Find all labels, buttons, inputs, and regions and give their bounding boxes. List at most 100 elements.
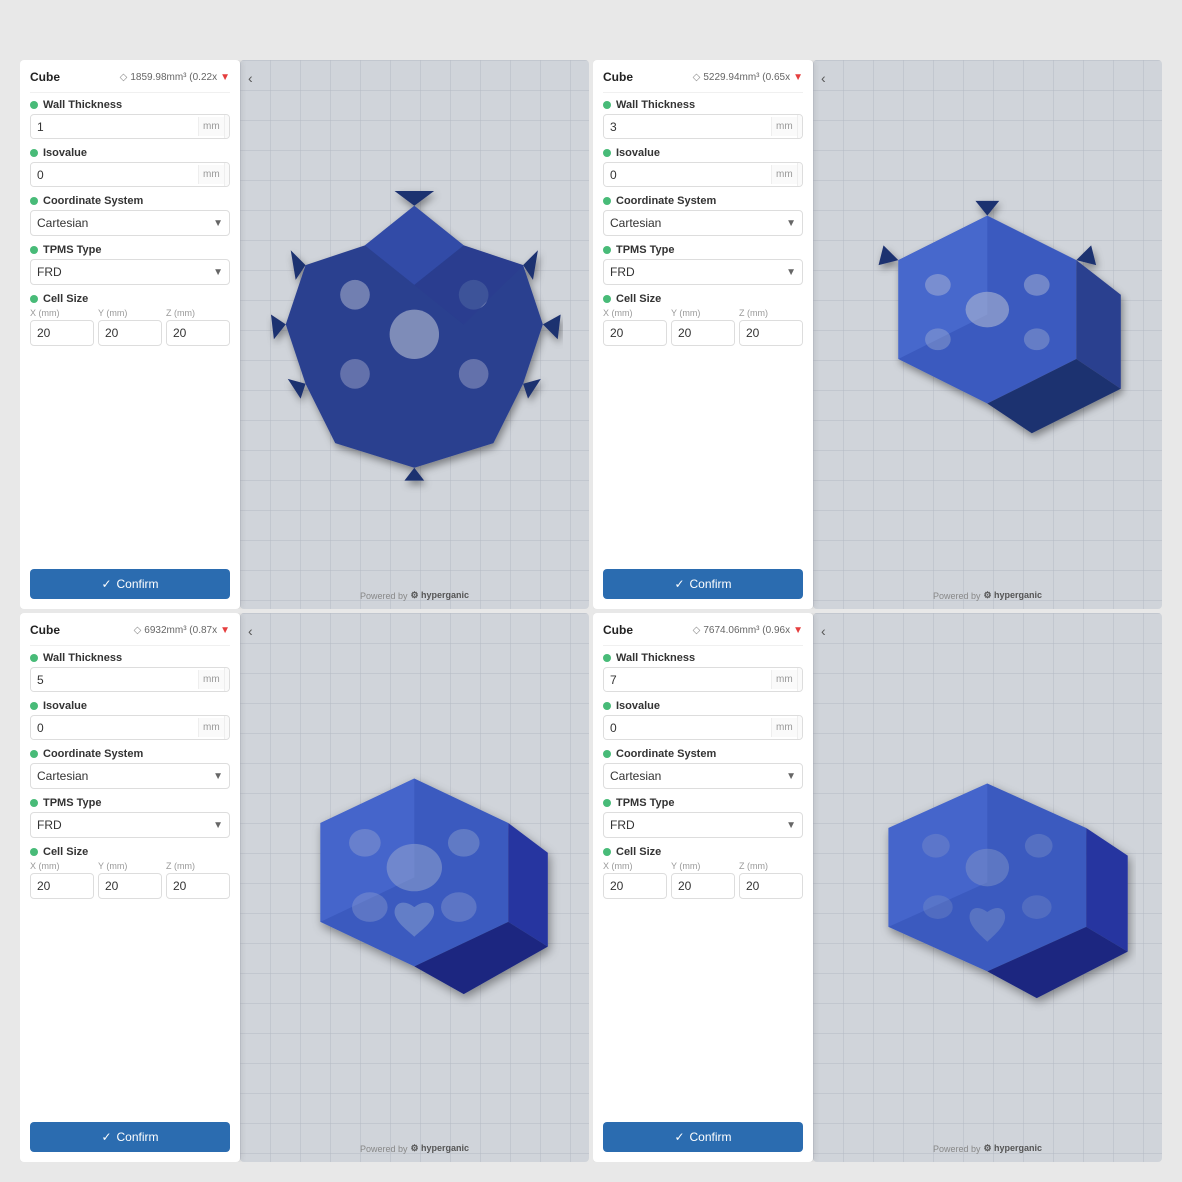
iso-spinners-4: ▲ ▼ (797, 716, 803, 739)
iso-down-1[interactable]: ▼ (225, 175, 230, 187)
iso-spinners-2: ▲ ▼ (797, 163, 803, 186)
iso-down-3[interactable]: ▼ (225, 728, 230, 740)
cell-y-row-3: ▲ ▼ (98, 873, 162, 898)
dot-wt-4 (603, 654, 611, 662)
iso-unit-4: mm (771, 718, 797, 737)
cell-z-input-1[interactable] (167, 322, 230, 344)
wall-thickness-input-row-1: mm ▲ ▼ (30, 114, 230, 139)
hyperganic-logo-1: ⚙ hyperganic (410, 590, 469, 601)
powered-by-4: Powered by ⚙ hyperganic (933, 1143, 1042, 1154)
wt-down-4[interactable]: ▼ (798, 680, 803, 692)
cell-y-input-2[interactable] (672, 322, 735, 344)
cell-x-row-2: ▲ ▼ (603, 320, 667, 345)
cell-z-input-2[interactable] (740, 322, 803, 344)
wall-thickness-input-1[interactable] (31, 116, 198, 138)
iso-up-3[interactable]: ▲ (225, 716, 230, 728)
coord-select-4[interactable]: Cartesian (604, 764, 780, 788)
iso-up-4[interactable]: ▲ (798, 716, 803, 728)
viewport-arrow-1[interactable]: ‹ (248, 70, 253, 86)
tpms-select-3[interactable]: FRD (31, 813, 207, 837)
volume-icon-3: ◇ (134, 625, 142, 636)
cell-x-input-4[interactable] (604, 875, 667, 897)
tpms-label-3: TPMS Type (30, 797, 230, 809)
wt-spinners-1: ▲ ▼ (224, 115, 230, 138)
down-arrow-3: ▼ (220, 625, 230, 636)
confirm-btn-2[interactable]: ✓ Confirm (603, 569, 803, 599)
cell-y-row-4: ▲ ▼ (671, 873, 735, 898)
wall-thickness-label-2: Wall Thickness (603, 99, 803, 111)
iso-down-4[interactable]: ▼ (798, 728, 803, 740)
wt-up-3[interactable]: ▲ (225, 668, 230, 680)
cell-z-input-3[interactable] (167, 875, 230, 897)
dot-coord-3 (30, 750, 38, 758)
dot-coord-2 (603, 197, 611, 205)
wall-thickness-input-4[interactable] (604, 669, 771, 691)
wt-up-4[interactable]: ▲ (798, 668, 803, 680)
confirm-btn-1[interactable]: ✓ Confirm (30, 569, 230, 599)
cell-size-group-4: Cell Size X (mm) Y (mm) Z (mm) ▲ ▼ (603, 846, 803, 898)
viewport-3: ‹ (240, 613, 589, 1162)
tpms-label-4: TPMS Type (603, 797, 803, 809)
viewport-arrow-3[interactable]: ‹ (248, 623, 253, 639)
dot-wt-2 (603, 101, 611, 109)
cell-z-input-4[interactable] (740, 875, 803, 897)
iso-down-2[interactable]: ▼ (798, 175, 803, 187)
confirm-btn-4[interactable]: ✓ Confirm (603, 1122, 803, 1152)
coord-select-1[interactable]: Cartesian (31, 211, 207, 235)
down-arrow-1: ▼ (220, 72, 230, 83)
cell-x-input-3[interactable] (31, 875, 94, 897)
shape-1 (240, 60, 589, 609)
tpms-select-2[interactable]: FRD (604, 260, 780, 284)
x-label-4: X (mm) (603, 861, 667, 871)
cell-size-label-4: Cell Size (603, 846, 803, 858)
confirm-btn-3[interactable]: ✓ Confirm (30, 1122, 230, 1152)
cell-x-input-1[interactable] (31, 322, 94, 344)
tpms-select-4[interactable]: FRD (604, 813, 780, 837)
cell-size-label-2: Cell Size (603, 293, 803, 305)
isovalue-input-row-3: mm ▲ ▼ (30, 715, 230, 740)
dot-cell-2 (603, 295, 611, 303)
dot-coord-4 (603, 750, 611, 758)
tpms-select-1[interactable]: FRD (31, 260, 207, 284)
shape-svg-4 (839, 654, 1136, 1121)
shape-svg-2 (839, 101, 1136, 568)
hyperganic-logo-4: ⚙ hyperganic (983, 1143, 1042, 1154)
wall-thickness-label-1: Wall Thickness (30, 99, 230, 111)
wt-down-3[interactable]: ▼ (225, 680, 230, 692)
tpms-dropdown-row-4: FRD ▼ (603, 812, 803, 838)
viewport-arrow-2[interactable]: ‹ (821, 70, 826, 86)
isovalue-input-4[interactable] (604, 717, 771, 739)
cell-y-input-1[interactable] (99, 322, 162, 344)
wall-thickness-input-row-4: mm ▲ ▼ (603, 667, 803, 692)
cell-x-input-2[interactable] (604, 322, 667, 344)
wt-down-1[interactable]: ▼ (225, 127, 230, 139)
dot-wt-3 (30, 654, 38, 662)
coord-dropdown-row-2: Cartesian ▼ (603, 210, 803, 236)
panel-3: Cube ◇ 6932mm³ (0.87x ▼ Wall Thickness m… (20, 613, 589, 1162)
dot-tpms-1 (30, 246, 38, 254)
wall-thickness-input-2[interactable] (604, 116, 771, 138)
wt-up-1[interactable]: ▲ (225, 115, 230, 127)
header-3: Cube ◇ 6932mm³ (0.87x ▼ (30, 623, 230, 646)
isovalue-input-1[interactable] (31, 164, 198, 186)
iso-up-2[interactable]: ▲ (798, 163, 803, 175)
wall-thickness-input-3[interactable] (31, 669, 198, 691)
coord-arrow-4: ▼ (780, 766, 802, 787)
cell-y-input-4[interactable] (672, 875, 735, 897)
hyperganic-logo-2: ⚙ hyperganic (983, 590, 1042, 601)
cell-axis-labels-3: X (mm) Y (mm) Z (mm) (30, 861, 230, 871)
isovalue-input-2[interactable] (604, 164, 771, 186)
dot-tpms-4 (603, 799, 611, 807)
isovalue-input-3[interactable] (31, 717, 198, 739)
isovalue-label-1: Isovalue (30, 147, 230, 159)
viewport-arrow-4[interactable]: ‹ (821, 623, 826, 639)
coord-dropdown-row-1: Cartesian ▼ (30, 210, 230, 236)
coord-select-2[interactable]: Cartesian (604, 211, 780, 235)
cell-y-input-3[interactable] (99, 875, 162, 897)
tpms-label-2: TPMS Type (603, 244, 803, 256)
wt-down-2[interactable]: ▼ (798, 127, 803, 139)
wt-up-2[interactable]: ▲ (798, 115, 803, 127)
shape-svg-1 (266, 101, 563, 568)
coord-select-3[interactable]: Cartesian (31, 764, 207, 788)
iso-up-1[interactable]: ▲ (225, 163, 230, 175)
